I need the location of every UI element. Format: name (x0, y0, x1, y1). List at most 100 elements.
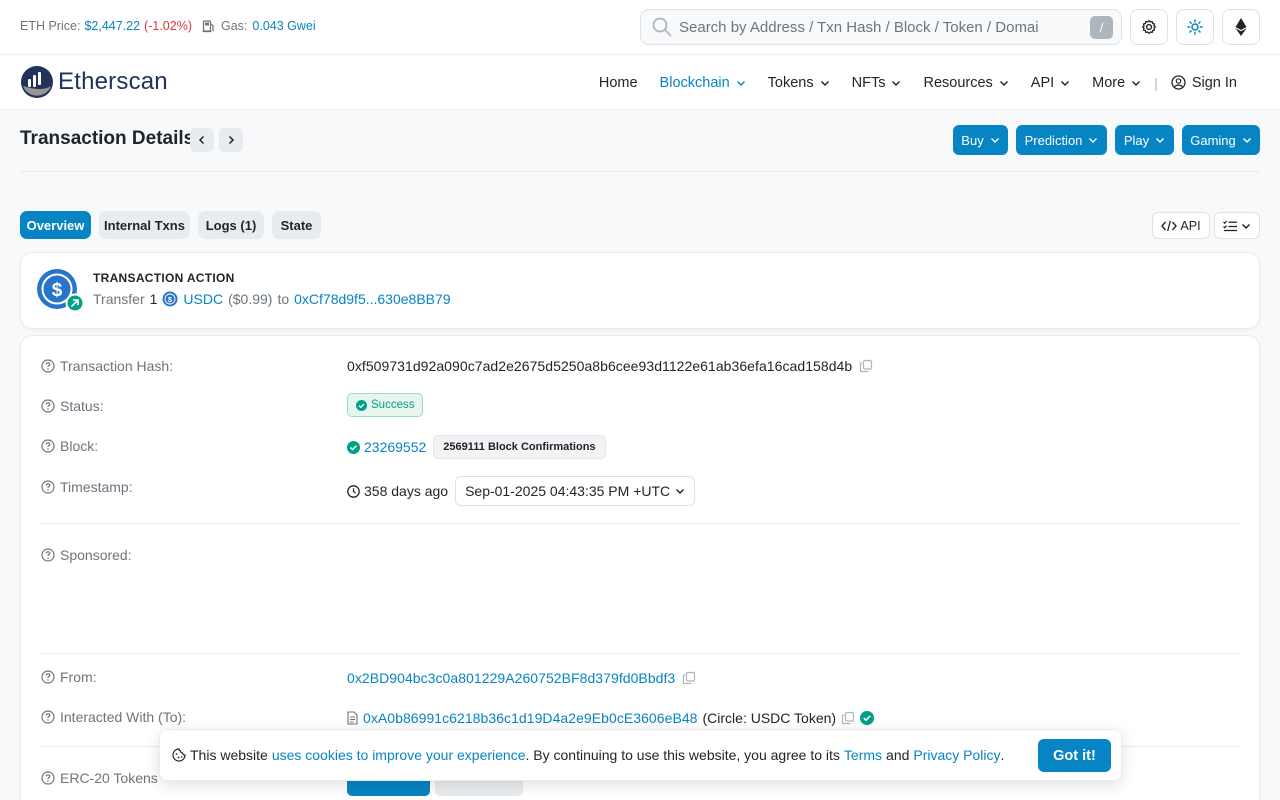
chevron-left-icon (198, 135, 205, 145)
tab-state[interactable]: State (272, 211, 321, 239)
block-confirmations-badge: 2569111 Block Confirmations (433, 435, 606, 459)
tab-internal-txns[interactable]: Internal Txns (99, 211, 190, 239)
theme-toggle-button[interactable] (1176, 9, 1214, 45)
timestamp-value: Sep-01-2025 04:43:35 PM +UTC (465, 483, 671, 499)
next-tx-button[interactable] (219, 128, 243, 152)
prediction-button[interactable]: Prediction (1016, 125, 1107, 155)
nav-home-label: Home (598, 74, 638, 91)
copy-icon[interactable] (841, 711, 855, 725)
to-label-wrap: Interacted With (To): (41, 709, 186, 725)
main-navbar: Etherscan Home Blockchain Tokens NFTs Re… (0, 55, 1280, 110)
gaming-label: Gaming (1190, 132, 1236, 148)
transaction-action-card: $ TRANSACTION ACTION Transfer 1 $ USDC (… (20, 252, 1260, 329)
help-circle-icon[interactable] (41, 439, 55, 453)
help-circle-icon[interactable] (41, 359, 55, 373)
search-box[interactable]: / (640, 9, 1122, 45)
help-circle-icon[interactable] (41, 480, 55, 494)
help-circle-icon[interactable] (41, 710, 55, 724)
copy-icon[interactable] (682, 671, 696, 685)
chevron-down-icon (1132, 80, 1141, 86)
eth-price-value[interactable]: $2,447.22 (84, 19, 140, 33)
gaming-button[interactable]: Gaming (1182, 125, 1260, 155)
help-circle-icon[interactable] (41, 548, 55, 562)
privacy-policy-link[interactable]: Privacy Policy (913, 747, 1000, 763)
sign-in-label: Sign In (1191, 74, 1237, 91)
erc20-label-wrap: ERC-20 Tokens (41, 770, 158, 786)
accept-cookies-button[interactable]: Got it! (1038, 739, 1111, 772)
tx-hash-value-wrap: 0xf509731d92a090c7ad2e2675d5250a8b6cee93… (347, 358, 873, 374)
timestamp-value-wrap: 358 days ago Sep-01-2025 04:43:35 PM +UT… (347, 476, 696, 506)
nav-more-label: More (1092, 74, 1126, 91)
timestamp-label-wrap: Timestamp: (41, 479, 133, 495)
sun-icon (1187, 19, 1203, 35)
tab-overview[interactable]: Overview (20, 211, 91, 239)
help-circle-icon[interactable] (41, 670, 55, 684)
tab-logs[interactable]: Logs (1) (198, 211, 264, 239)
user-circle-icon (1171, 75, 1186, 90)
code-icon (1161, 220, 1178, 231)
nav-tokens[interactable]: Tokens (757, 75, 841, 91)
chevron-down-icon (1156, 137, 1165, 144)
play-button[interactable]: Play (1115, 125, 1174, 155)
timestamp-format-dropdown[interactable]: Sep-01-2025 04:43:35 PM +UTC (455, 476, 696, 506)
eth-price-label: ETH Price: (20, 19, 81, 33)
buy-label: Buy (961, 132, 984, 148)
transaction-action-heading: TRANSACTION ACTION (93, 271, 235, 285)
nav-nfts[interactable]: NFTs (841, 75, 913, 91)
nav-api[interactable]: API (1020, 75, 1081, 91)
play-label: Play (1123, 132, 1150, 148)
from-address-link[interactable]: 0x2BD904bc3c0a801229A260752BF8d379fd0Bbd… (347, 670, 675, 686)
nav-tokens-label: Tokens (767, 74, 814, 91)
gas-pump-icon (202, 20, 215, 33)
copy-icon[interactable] (859, 359, 873, 373)
check-circle-icon (356, 399, 367, 411)
api-button[interactable]: API (1152, 212, 1210, 239)
cookie-policy-link[interactable]: uses cookies to improve your experience (272, 747, 526, 763)
cookie-text-1: This website (190, 747, 268, 763)
logo-text: Etherscan (58, 68, 168, 95)
chevron-down-icon (892, 80, 901, 86)
tx-hash-label: Transaction Hash: (60, 358, 174, 374)
nav-home[interactable]: Home (588, 75, 649, 91)
prev-tx-button[interactable] (190, 128, 214, 152)
nav-resources[interactable]: Resources (912, 75, 1019, 91)
to-value-wrap: 0xA0b86991c6218b36c1d19D4a2e9Eb0cE3606eB… (347, 710, 875, 726)
nav-more[interactable]: More (1081, 75, 1152, 91)
etherscan-logo[interactable]: Etherscan (20, 65, 168, 99)
gas-value[interactable]: 0.043 Gwei (252, 19, 315, 33)
action-token-link[interactable]: USDC (183, 291, 223, 307)
status-value-wrap: Success (347, 393, 424, 417)
status-label: Status: (60, 398, 104, 414)
from-value-wrap: 0x2BD904bc3c0a801229A260752BF8d379fd0Bbd… (347, 670, 696, 686)
ethereum-icon (1235, 18, 1247, 36)
action-verb: Transfer (93, 291, 145, 307)
view-options-button[interactable] (1214, 212, 1260, 239)
search-shortcut-key: / (1090, 16, 1113, 39)
list-check-icon (1223, 220, 1237, 231)
sign-in-link[interactable]: Sign In (1160, 75, 1248, 91)
search-input[interactable] (679, 18, 1079, 36)
usdc-token-icon: $ (162, 291, 178, 307)
to-contract-name: (Circle: USDC Token) (702, 710, 837, 726)
help-circle-icon[interactable] (41, 399, 55, 413)
to-address-link[interactable]: 0xA0b86991c6218b36c1d19D4a2e9Eb0cE3606eB… (363, 710, 698, 726)
sponsored-label: Sponsored: (60, 547, 132, 563)
check-circle-icon (347, 440, 360, 454)
cookie-text-2: . By continuing to use this website, you… (525, 747, 840, 763)
nav-blockchain[interactable]: Blockchain (649, 75, 757, 91)
eth-price-change: (-1.02%) (144, 19, 192, 33)
chevron-down-icon (999, 80, 1008, 86)
nav-menu: Home Blockchain Tokens NFTs Resources AP… (588, 55, 1248, 110)
from-label: From: (60, 669, 97, 685)
help-circle-icon[interactable] (41, 771, 55, 785)
terms-link[interactable]: Terms (844, 747, 882, 763)
block-number-link[interactable]: 23269552 (364, 439, 426, 455)
network-button[interactable] (1222, 9, 1260, 45)
status-label-wrap: Status: (41, 398, 104, 414)
title-divider (20, 171, 1260, 172)
action-usd-value: ($0.99) (228, 291, 273, 307)
settings-button[interactable] (1130, 9, 1168, 45)
action-to-address-link[interactable]: 0xCf78d9f5...630e8BB79 (294, 291, 450, 307)
timestamp-label: Timestamp: (60, 479, 133, 495)
buy-button[interactable]: Buy (953, 125, 1008, 155)
